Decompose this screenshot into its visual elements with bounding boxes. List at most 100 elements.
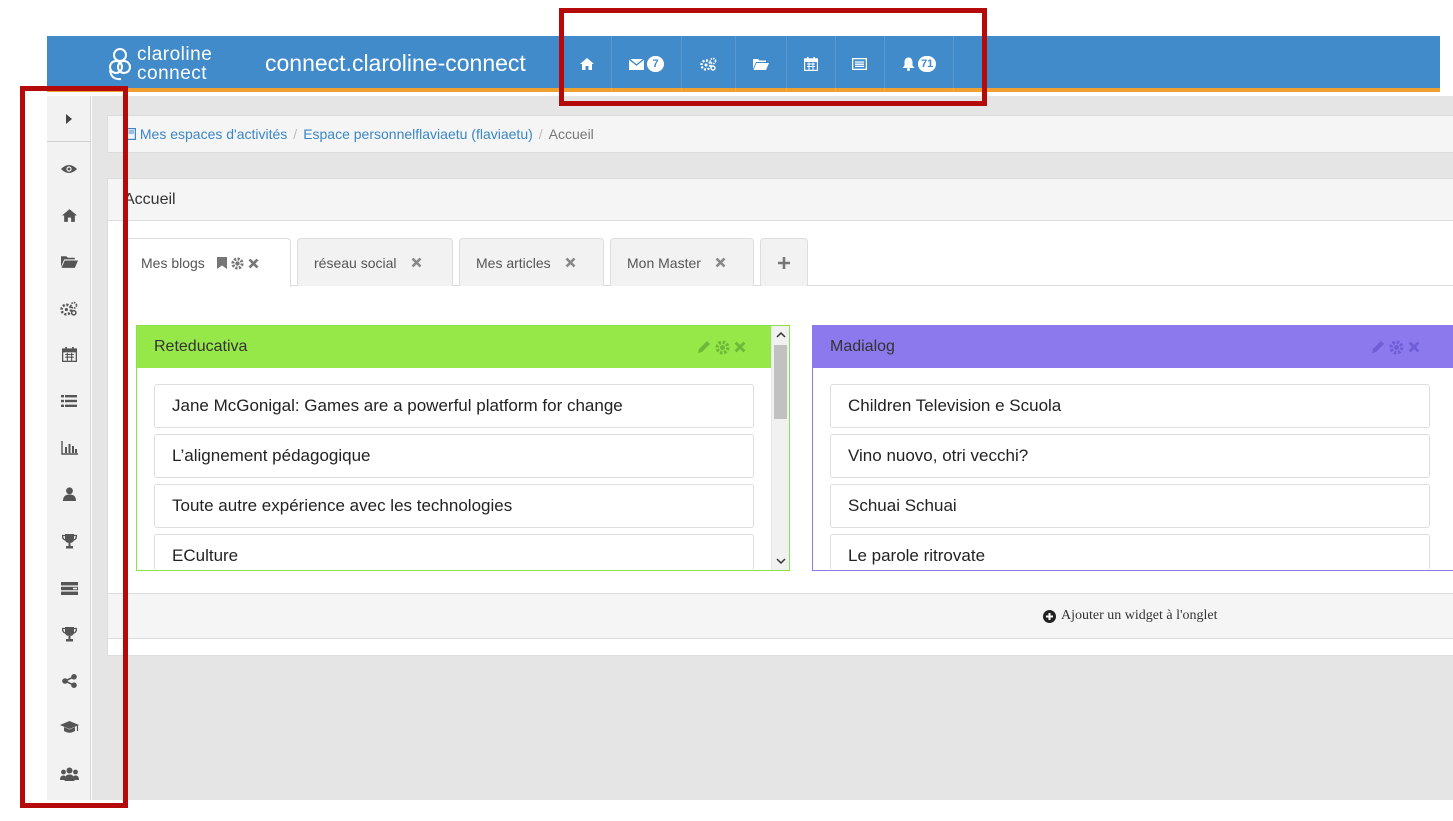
envelope-icon — [629, 58, 644, 70]
topnav-agenda[interactable] — [786, 36, 835, 92]
gear-icon[interactable] — [231, 256, 244, 270]
tasks-icon — [60, 581, 78, 595]
breadcrumb: Mes espaces d'activités / Espace personnel… — [107, 115, 1453, 153]
cogs-icon — [60, 301, 78, 316]
sidebar-item-badges[interactable] — [47, 526, 91, 556]
tab-label: réseau social — [314, 254, 397, 271]
close-icon[interactable] — [1408, 341, 1420, 353]
list-item[interactable]: L’alignement pédagogique — [154, 434, 754, 478]
tab-label: Mes articles — [476, 254, 551, 271]
topnav-notifications[interactable]: 71 — [884, 36, 955, 92]
sidebar-item-tasks[interactable] — [47, 573, 91, 603]
sidebar-item-list[interactable] — [47, 386, 91, 416]
sidebar-item-trophy[interactable] — [47, 619, 91, 649]
claroline-logo[interactable]: claroline connect — [107, 42, 237, 86]
bell-icon — [902, 57, 915, 71]
list-alt-icon — [852, 58, 867, 70]
top-nav-icons: 7 71 — [562, 36, 955, 92]
widget-tools — [697, 326, 746, 368]
widget-reteducativa: Reteducativa Jane McGonigal: Games are a… — [136, 325, 790, 571]
logo-text-line1: claroline — [137, 44, 213, 65]
logo-text-line2: connect — [137, 63, 208, 84]
tab-mon-master[interactable]: Mon Master — [610, 238, 754, 286]
scroll-down-icon[interactable] — [772, 554, 790, 568]
sidebar-item-groups[interactable] — [47, 759, 91, 789]
user-icon — [62, 487, 76, 501]
breadcrumb-current: Accueil — [548, 126, 594, 142]
sidebar-item-courses[interactable] — [47, 712, 91, 742]
list-item[interactable]: Toute autre expérience avec les technolo… — [154, 484, 754, 528]
breadcrumb-link-personal-space[interactable]: Espace personnelflaviaetu (flaviaetu) — [303, 126, 533, 142]
close-icon[interactable] — [248, 258, 259, 269]
pencil-icon[interactable] — [1371, 340, 1385, 354]
sidebar-item-agenda[interactable] — [47, 339, 91, 369]
widget-scrollbar[interactable] — [771, 326, 789, 570]
caret-right-icon — [66, 113, 72, 124]
scroll-up-icon[interactable] — [772, 328, 790, 342]
widget-title: Reteducativa — [154, 338, 248, 355]
add-widget-label: Ajouter un widget à l'onglet — [1061, 608, 1218, 623]
home-icon — [580, 58, 594, 70]
panel-footer: Ajouter un widget à l'onglet — [108, 593, 1453, 639]
topnav-messages[interactable]: 7 — [611, 36, 681, 92]
tab-mes-blogs[interactable]: Mes blogs — [124, 238, 291, 287]
close-icon[interactable] — [715, 257, 726, 268]
scroll-thumb[interactable] — [774, 345, 787, 419]
widget-tools — [1371, 326, 1420, 368]
sidebar-item-analytics[interactable] — [47, 433, 91, 463]
notifications-badge: 71 — [918, 56, 937, 72]
sidebar-item-resources[interactable] — [47, 246, 91, 276]
sidebar-item-visibility[interactable] — [47, 154, 91, 184]
add-widget-button[interactable]: Ajouter un widget à l'onglet — [1043, 608, 1218, 624]
sidebar-item-home[interactable] — [47, 200, 91, 230]
list-item[interactable]: Children Television e Scuola — [830, 384, 1430, 428]
topnav-desktop[interactable] — [835, 36, 884, 92]
list-item[interactable]: ECulture — [154, 534, 754, 570]
share-icon — [61, 674, 77, 688]
panel-title: Accueil — [108, 179, 1453, 221]
list-item[interactable]: Jane McGonigal: Games are a powerful pla… — [154, 384, 754, 428]
add-tab-button[interactable] — [760, 238, 808, 286]
claroline-logo-icon — [109, 48, 131, 81]
folder-open-icon — [753, 59, 769, 70]
list-item[interactable]: Le parole ritrovate — [830, 534, 1430, 570]
users-icon — [59, 767, 79, 781]
list-icon — [61, 395, 77, 407]
breadcrumb-separator: / — [293, 126, 298, 142]
gear-icon[interactable] — [715, 339, 730, 355]
trophy-icon — [61, 626, 77, 641]
widget-header: Reteducativa — [137, 326, 771, 368]
home-panel: Accueil Mes blogs réseau social Mes arti… — [107, 178, 1453, 656]
graduation-cap-icon — [59, 720, 79, 733]
close-icon[interactable] — [734, 341, 746, 353]
tab-tools — [216, 256, 259, 270]
screen: { "brand": { "logo_line1": "claroline", … — [0, 0, 1453, 821]
sidebar-item-users[interactable] — [47, 479, 91, 509]
calendar-icon — [804, 57, 818, 71]
pencil-icon[interactable] — [697, 340, 711, 354]
close-icon[interactable] — [411, 257, 422, 268]
sidebar-item-parameters[interactable] — [47, 293, 91, 323]
home-icon — [61, 208, 77, 222]
list-item[interactable]: Schuai Schuai — [830, 484, 1430, 528]
site-title[interactable]: connect.claroline-connect — [265, 50, 526, 77]
topnav-home[interactable] — [562, 36, 611, 92]
widget-madialog: Madialog Children Television e Scuola Vi… — [812, 325, 1453, 571]
gear-icon[interactable] — [1389, 339, 1404, 355]
bookmark-icon[interactable] — [216, 257, 227, 269]
topnav-tools[interactable] — [681, 36, 735, 92]
tab-bar: Mes blogs réseau social Mes articles Mon… — [124, 238, 1453, 287]
sidebar-item-share[interactable] — [47, 666, 91, 696]
tab-mes-articles[interactable]: Mes articles — [459, 238, 604, 286]
topnav-files[interactable] — [735, 36, 786, 92]
plus-circle-icon — [1043, 609, 1056, 623]
close-icon[interactable] — [565, 257, 576, 268]
list-item[interactable]: Vino nuovo, otri vecchi? — [830, 434, 1430, 478]
sidebar-toggle[interactable] — [47, 96, 91, 142]
breadcrumb-link-activity-spaces[interactable]: Mes espaces d'activités — [140, 126, 287, 142]
calendar-icon — [61, 346, 77, 362]
bar-chart-icon — [60, 441, 78, 455]
tab-reseau-social[interactable]: réseau social — [297, 238, 453, 286]
left-sidebar — [47, 96, 91, 800]
widget-header: Madialog — [813, 326, 1453, 368]
